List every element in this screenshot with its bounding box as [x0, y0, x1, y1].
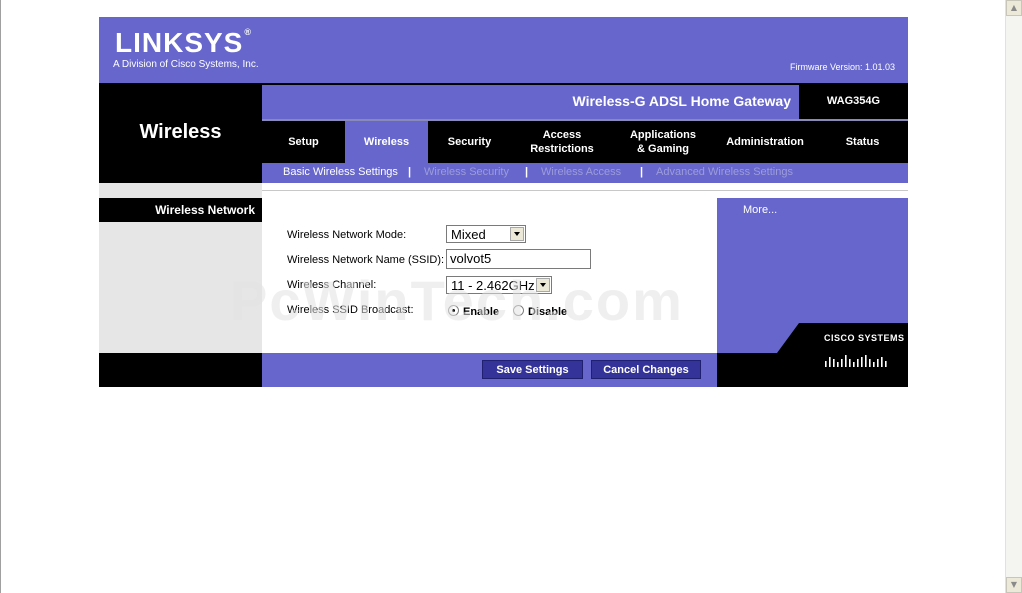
- content-shadow-line: [262, 190, 908, 191]
- ssid-input[interactable]: volvot5: [446, 249, 591, 269]
- tab-label: Status: [845, 136, 880, 148]
- scroll-up-icon[interactable]: ▲: [1006, 0, 1022, 16]
- network-mode-value: Mixed: [451, 227, 486, 242]
- more-link[interactable]: More...: [743, 204, 777, 216]
- mode-label: Wireless Network Mode:: [287, 229, 407, 241]
- firmware-version: Firmware Version: 1.01.03: [790, 62, 896, 72]
- broadcast-disable-radio[interactable]: [513, 305, 524, 316]
- section-title: Wireless: [139, 121, 222, 143]
- linksys-logo: LINKSYS®: [115, 27, 252, 59]
- tab-label: Security: [447, 136, 492, 148]
- channel-label: Wireless Channel:: [287, 279, 377, 291]
- tab-label: Administration: [726, 136, 804, 148]
- ssid-broadcast-label: Wireless SSID Broadcast:: [287, 304, 414, 316]
- content-panel: [262, 191, 717, 353]
- tab-label-line1: Access: [542, 129, 582, 141]
- subnav-wireless-access[interactable]: Wireless Access: [541, 166, 621, 178]
- subnav-separator: |: [408, 166, 412, 178]
- tab-label: Wireless: [363, 136, 410, 148]
- subnav-wireless-security[interactable]: Wireless Security: [424, 166, 509, 178]
- logo-registered-mark: ®: [244, 27, 252, 37]
- chevron-down-icon[interactable]: [536, 278, 550, 292]
- broadcast-enable-radio[interactable]: [448, 305, 459, 316]
- model-name: WAG354G: [826, 95, 881, 107]
- tab-access-restrictions[interactable]: Access Restrictions: [511, 121, 613, 163]
- tab-label: Setup: [288, 136, 319, 148]
- subnav-advanced-wireless-settings[interactable]: Advanced Wireless Settings: [656, 166, 793, 178]
- tab-administration[interactable]: Administration: [713, 121, 817, 163]
- left-spacer: [99, 183, 262, 198]
- vertical-scrollbar[interactable]: ▲ ▼: [1005, 0, 1022, 593]
- tab-status[interactable]: Status: [817, 121, 908, 163]
- left-footer: [99, 353, 262, 387]
- window-border: [0, 0, 1, 593]
- tab-label-line2: & Gaming: [637, 143, 689, 155]
- cancel-changes-button[interactable]: Cancel Changes: [591, 360, 701, 379]
- tab-label-line1: Applications: [629, 129, 696, 141]
- chevron-down-icon[interactable]: [510, 227, 524, 241]
- channel-select[interactable]: 11 - 2.462GHz: [446, 276, 552, 294]
- broadcast-disable-label: Disable: [528, 306, 568, 318]
- tab-label-line2: Restrictions: [530, 143, 594, 155]
- logo-subtitle: A Division of Cisco Systems, Inc.: [113, 59, 259, 70]
- broadcast-enable-label: Enable: [463, 306, 500, 318]
- tab-applications-gaming[interactable]: Applications & Gaming: [613, 121, 713, 163]
- save-settings-button[interactable]: Save Settings: [482, 360, 583, 379]
- tab-wireless[interactable]: Wireless: [345, 121, 428, 163]
- subnav-basic-wireless-settings[interactable]: Basic Wireless Settings: [283, 166, 398, 178]
- channel-value: 11 - 2.462GHz: [451, 278, 535, 293]
- subnav-separator: |: [525, 166, 529, 178]
- cisco-systems-logo-text: CISCO SYSTEMS: [824, 333, 905, 343]
- subnav-separator: |: [640, 166, 644, 178]
- product-name: Wireless-G ADSL Home Gateway: [572, 93, 791, 109]
- scroll-down-icon[interactable]: ▼: [1006, 577, 1022, 593]
- logo-text: LINKSYS: [115, 27, 244, 58]
- network-mode-select[interactable]: Mixed: [446, 225, 526, 243]
- tab-security[interactable]: Security: [428, 121, 511, 163]
- tab-setup[interactable]: Setup: [262, 121, 345, 163]
- ssid-label: Wireless Network Name (SSID):: [287, 254, 445, 266]
- left-heading: Wireless Network: [155, 203, 255, 217]
